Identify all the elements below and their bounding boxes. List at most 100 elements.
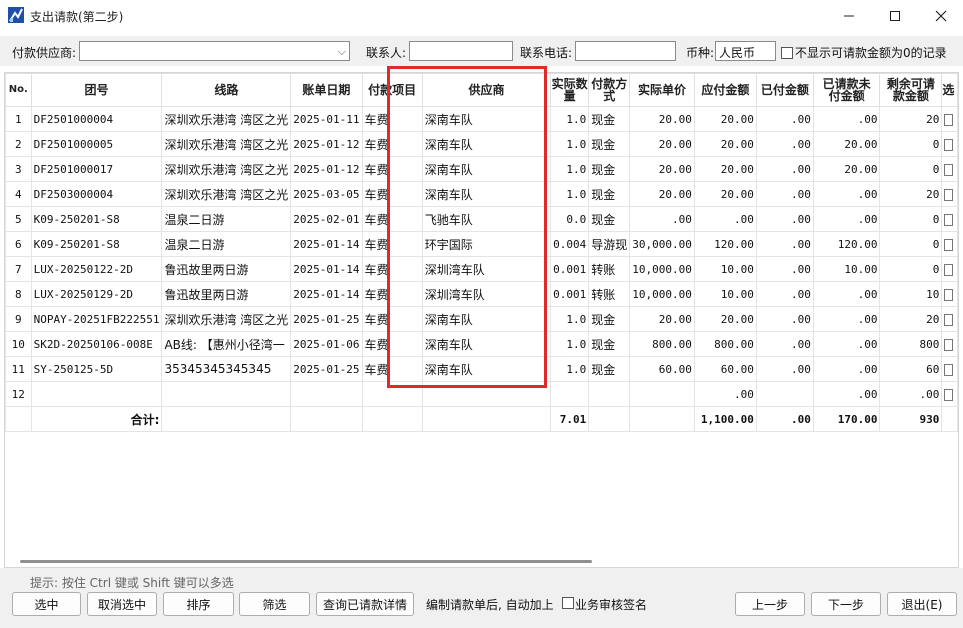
- col-header-requested-unpaid[interactable]: 已请款未付金额: [812, 73, 881, 107]
- deselect-button[interactable]: 取消选中: [87, 592, 157, 616]
- row-select-checkbox[interactable]: [944, 213, 954, 226]
- cell-select[interactable]: [941, 231, 958, 257]
- cell-paid: .00: [755, 156, 814, 182]
- request-grid[interactable]: No. 团号 线路 账单日期 付款项目 供应商 实际数量 付款方式 实际单价 应…: [4, 72, 959, 568]
- cell-remaining: 0: [879, 256, 943, 282]
- col-header-bill-date[interactable]: 账单日期: [290, 73, 363, 107]
- cell-pay-method: 现金: [588, 156, 631, 182]
- cell-select[interactable]: [941, 381, 958, 407]
- cell-pay-item: 车费: [361, 231, 423, 257]
- supplier-select[interactable]: ⌵: [79, 41, 350, 61]
- select-button[interactable]: 选中: [12, 592, 81, 616]
- cell-group-no: DF2501000017: [30, 156, 163, 182]
- phone-input[interactable]: [575, 41, 676, 61]
- col-header-pay-item[interactable]: 付款项目: [361, 73, 423, 107]
- col-header-group-no[interactable]: 团号: [30, 73, 163, 107]
- cell-pay-item: 车费: [361, 281, 423, 307]
- cell-payable: 120.00: [693, 231, 757, 257]
- close-button[interactable]: [918, 0, 963, 31]
- cell-supplier: 深南车队: [421, 306, 552, 332]
- table-row[interactable]: 1 DF2501000004 深圳欢乐港湾 湾区之光 2025-01-11 车费 深南车队…: [5, 106, 958, 132]
- cell-supplier: 深南车队: [421, 156, 552, 182]
- cell-bill-date: 2025-01-14: [290, 231, 363, 257]
- col-header-supplier[interactable]: 供应商: [421, 73, 552, 107]
- table-row[interactable]: 10 SK2D-20250106-008E AB线: 【惠州小径湾一 2025-01-…: [5, 331, 958, 357]
- minimize-button[interactable]: [826, 0, 872, 31]
- cell-requested-unpaid: 120.00: [812, 231, 881, 257]
- cell-paid: .00: [755, 356, 814, 382]
- total-spacer: [941, 406, 958, 432]
- row-select-checkbox[interactable]: [944, 138, 954, 151]
- table-row[interactable]: 11 SY-250125-5D 35345345345345 2025-01-25 车费…: [5, 356, 958, 382]
- cell-payable: 20.00: [693, 131, 757, 157]
- col-header-unit-price[interactable]: 实际单价: [629, 73, 695, 107]
- table-row[interactable]: 4 DF2503000004 深圳欢乐港湾 湾区之光 2025-03-05 车费 深南车队…: [5, 181, 958, 207]
- cell-no: 1: [5, 106, 32, 132]
- maximize-button[interactable]: [872, 0, 918, 31]
- cell-select[interactable]: [941, 181, 958, 207]
- col-header-payable[interactable]: 应付金额: [693, 73, 757, 107]
- table-row[interactable]: 7 LUX-20250122-2D 鲁迅故里两日游 2025-01-14 车费 深圳湾车队…: [5, 256, 958, 282]
- col-header-qty[interactable]: 实际数量: [550, 73, 590, 107]
- exit-button[interactable]: 退出(E): [887, 592, 957, 616]
- cell-no: 10: [5, 331, 32, 357]
- cell-select[interactable]: [941, 131, 958, 157]
- hide-zero-checkbox[interactable]: [781, 47, 793, 59]
- cell-select[interactable]: [941, 331, 958, 357]
- cell-select[interactable]: [941, 306, 958, 332]
- filter-button[interactable]: 筛选: [239, 592, 310, 616]
- row-select-checkbox[interactable]: [944, 238, 954, 251]
- maximize-icon: [890, 10, 900, 21]
- row-select-checkbox[interactable]: [944, 113, 954, 126]
- cell-route: 鲁迅故里两日游: [161, 256, 292, 282]
- cell-pay-method: 现金: [588, 356, 631, 382]
- cell-no: 6: [5, 231, 32, 257]
- cell-select[interactable]: [941, 156, 958, 182]
- cell-select[interactable]: [941, 106, 958, 132]
- table-row[interactable]: 8 LUX-20250129-2D 鲁迅故里两日游 2025-01-14 车费 深圳湾车队…: [5, 281, 958, 307]
- col-header-pay-method[interactable]: 付款方式: [588, 73, 631, 107]
- table-row[interactable]: 6 K09-250201-S8 温泉二日游 2025-01-14 车费 环宇国际 0.004…: [5, 231, 958, 257]
- col-header-select[interactable]: 选: [941, 73, 958, 107]
- row-select-checkbox[interactable]: [944, 388, 954, 401]
- row-select-checkbox[interactable]: [944, 363, 954, 376]
- col-header-remaining[interactable]: 剩余可请款金额: [879, 73, 943, 107]
- sort-button[interactable]: 排序: [163, 592, 234, 616]
- table-row[interactable]: 2 DF2501000005 深圳欢乐港湾 湾区之光 2025-01-12 车费 深南车队…: [5, 131, 958, 157]
- cell-qty: 1.0: [550, 106, 590, 132]
- row-select-checkbox[interactable]: [944, 263, 954, 276]
- table-row[interactable]: 5 K09-250201-S8 温泉二日游 2025-02-01 车费 飞驰车队 0.0 现金…: [5, 206, 958, 232]
- cell-select[interactable]: [941, 206, 958, 232]
- table-row[interactable]: 9 NOPAY-20251FB222551 深圳欢乐港湾 湾区之光 2025-01-2…: [5, 306, 958, 332]
- sign-checkbox[interactable]: [562, 597, 574, 609]
- col-header-no[interactable]: No.: [5, 73, 32, 107]
- cell-remaining: 0: [879, 131, 943, 157]
- currency-input[interactable]: 人民币: [715, 41, 776, 61]
- next-step-button[interactable]: 下一步: [811, 592, 881, 616]
- multi-select-hint: 提示: 按住 Ctrl 键或 Shift 键可以多选: [30, 576, 234, 590]
- prev-step-button[interactable]: 上一步: [735, 592, 805, 616]
- cell-no: 11: [5, 356, 32, 382]
- cell-pay-method: 转账: [588, 281, 631, 307]
- row-select-checkbox[interactable]: [944, 338, 954, 351]
- cell-group-no: K09-250201-S8: [30, 206, 163, 232]
- cell-bill-date: 2025-01-12: [290, 131, 363, 157]
- cell-select[interactable]: [941, 281, 958, 307]
- table-row[interactable]: 3 DF2501000017 深圳欢乐港湾 湾区之光 2025-01-12 车费 深南车队…: [5, 156, 958, 182]
- query-request-detail-button[interactable]: 查询已请款详情: [316, 592, 414, 616]
- cell-requested-unpaid: .00: [812, 206, 881, 232]
- col-header-route[interactable]: 线路: [161, 73, 292, 107]
- table-row[interactable]: 12.00.00.00: [5, 381, 958, 407]
- contact-input[interactable]: [409, 41, 513, 61]
- cell-pay-method: 现金: [588, 306, 631, 332]
- cell-paid: .00: [755, 256, 814, 282]
- cell-select[interactable]: [941, 256, 958, 282]
- col-header-paid[interactable]: 已付金额: [755, 73, 814, 107]
- cell-select[interactable]: [941, 356, 958, 382]
- cell-supplier: 深南车队: [421, 181, 552, 207]
- row-select-checkbox[interactable]: [944, 288, 954, 301]
- row-select-checkbox[interactable]: [944, 163, 954, 176]
- row-select-checkbox[interactable]: [944, 313, 954, 326]
- horizontal-scrollbar[interactable]: [20, 560, 592, 563]
- row-select-checkbox[interactable]: [944, 188, 954, 201]
